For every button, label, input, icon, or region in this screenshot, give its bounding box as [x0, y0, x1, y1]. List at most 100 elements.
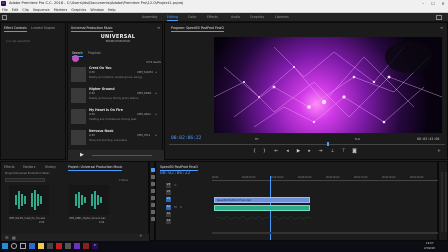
track-a1-label[interactable]: A1	[166, 205, 171, 210]
workspace-tab-editing[interactable]: Editing	[167, 15, 179, 21]
track-duration: 0:30	[89, 92, 95, 95]
add-track-icon[interactable]: +	[155, 134, 157, 137]
minimize-button[interactable]: –	[418, 0, 428, 7]
clip-thumbnail[interactable]: UPM_DRN1_Higher_Ground.wav 2:00	[69, 185, 109, 225]
workspace-tab-audio[interactable]: Audio	[231, 15, 240, 19]
menu-file[interactable]: File	[2, 8, 8, 12]
step-back-icon[interactable]: ◂	[284, 149, 291, 154]
track-v3-label[interactable]: V3	[166, 183, 171, 188]
video-clip[interactable]: Speed50 PostProd Final.mp4	[214, 197, 310, 203]
icon-view-icon[interactable]: ▦	[12, 235, 16, 240]
play-stop-icon[interactable]: ▶	[295, 149, 302, 154]
timeline-timecode[interactable]: 00:02:06:22	[160, 171, 190, 176]
track-v1-label[interactable]: V1	[166, 197, 171, 202]
add-track-icon[interactable]: +	[155, 92, 157, 95]
mark-in-icon[interactable]: {	[251, 149, 258, 154]
lift-icon[interactable]: ⊥	[329, 149, 336, 154]
store-icon[interactable]	[47, 243, 53, 249]
menu-help[interactable]: Help	[108, 8, 116, 12]
list-view-icon[interactable]: ☰	[5, 235, 9, 240]
add-button-icon[interactable]: +	[437, 149, 441, 154]
workspace-tab-libraries[interactable]: Libraries	[275, 15, 289, 19]
task-view-icon[interactable]	[20, 243, 26, 249]
tab-sequence[interactable]: Speed50 PostProd Final2	[160, 165, 199, 171]
clock-time[interactable]: 19:07	[426, 242, 433, 245]
track-a2-label[interactable]: A2	[166, 212, 171, 217]
workspace-tab-graphics[interactable]: Graphics	[250, 15, 264, 19]
menu-graphics[interactable]: Graphics	[71, 8, 86, 12]
transport-controls: { } ⇤ ◂ ▶ ▸ ⇥ ⊥ ⊤ ◙	[251, 149, 371, 157]
step-forward-icon[interactable]: ▸	[306, 149, 313, 154]
export-frame-icon[interactable]: ◙	[351, 149, 358, 154]
menu-markers[interactable]: Markers	[54, 8, 68, 12]
list-item[interactable]: Nervous Nook 0:30 UPM_STL1 Tense and bro…	[71, 128, 161, 148]
scrub-track[interactable]	[92, 155, 152, 156]
tab-history[interactable]: History	[45, 165, 56, 169]
file-explorer-icon[interactable]	[38, 243, 44, 249]
search-input[interactable]	[5, 178, 45, 182]
monitor-playhead[interactable]	[327, 142, 329, 146]
quality-select[interactable]: Full	[355, 137, 360, 141]
clock-date[interactable]: 2/3/2018	[424, 247, 435, 250]
tab-effect-controls[interactable]: Effect Controls	[4, 26, 27, 32]
track-duration: 0:30	[89, 113, 95, 116]
time-ruler[interactable]: 00:00 00:00:15:00 00:00:30:00 00:00:45:0…	[212, 176, 438, 181]
timeline-scrollbar[interactable]	[212, 232, 438, 234]
track-v2-label[interactable]: V2	[166, 190, 171, 195]
clip-name: UPM_DRN1_Higher_Ground.wav	[69, 217, 106, 220]
edge-icon[interactable]	[29, 243, 35, 249]
go-to-in-icon[interactable]: ⇤	[273, 149, 280, 154]
menu-sequence[interactable]: Sequence	[33, 8, 50, 12]
track-a3-label[interactable]: A3	[166, 219, 171, 224]
premiere-taskbar-icon[interactable]: Pr	[92, 243, 98, 249]
tab-universal-production-music[interactable]: Universal Production Music	[71, 26, 113, 32]
tab-program[interactable]: Program: Speed50 PostProd Final2	[171, 26, 225, 32]
playhead-timecode[interactable]: 00:02:06:22	[171, 136, 201, 141]
app-icon[interactable]	[65, 243, 71, 249]
extract-icon[interactable]: ⊤	[340, 149, 347, 154]
home-icon[interactable]	[2, 15, 7, 20]
tab-effects[interactable]: Effects	[4, 165, 15, 169]
play-icon[interactable]: ▶	[80, 152, 84, 158]
search-icon[interactable]	[436, 15, 442, 20]
tab-lumetri-scopes[interactable]: Lumetri Scopes	[31, 26, 55, 30]
cortana-icon[interactable]	[11, 243, 17, 249]
workspace-tab-effects[interactable]: Effects	[207, 15, 218, 19]
logo-subtitle: PRODUCTION MUSIC	[105, 40, 131, 43]
app-icon[interactable]	[83, 243, 89, 249]
maximize-button[interactable]: ☐	[428, 0, 438, 7]
panel-menu-icon[interactable]: ≡	[440, 25, 443, 30]
go-to-out-icon[interactable]: ⇥	[317, 149, 324, 154]
list-item[interactable]: My Heart Is On Fire 0:30 UPM_GBL2 Uplift…	[71, 107, 161, 127]
workspace-tab-color[interactable]: Color	[188, 15, 196, 19]
lock-icon[interactable]: ⊙	[174, 183, 177, 187]
tab-project[interactable]: Project: Universal Production Music	[68, 165, 123, 171]
list-item[interactable]: Higher Ground 0:30 UPM_DRN1 Steady and b…	[71, 86, 161, 106]
new-item-icon[interactable]: +	[139, 234, 143, 239]
clip-thumbnail[interactable]: UPM_SOLM1_Crest_On_You.wav 2:00	[9, 185, 49, 225]
app-icon[interactable]	[56, 243, 62, 249]
menu-edit[interactable]: Edit	[12, 8, 19, 12]
audio-waveform	[214, 215, 312, 221]
add-track-icon[interactable]: +	[155, 113, 157, 116]
tab-markers[interactable]: Markers	[23, 165, 35, 169]
add-track-icon[interactable]: +	[155, 71, 157, 74]
solo-icon[interactable]: S	[180, 205, 182, 209]
menu-clip[interactable]: Clip	[22, 8, 28, 12]
menu-window[interactable]: Window	[90, 8, 103, 12]
zoom-select[interactable]: Fit	[255, 137, 259, 141]
close-button[interactable]: ✕	[438, 0, 448, 7]
audio-clip[interactable]	[214, 205, 312, 221]
app-icon[interactable]	[74, 243, 80, 249]
panel-menu-icon[interactable]: ≡	[157, 25, 160, 30]
tab-playlists[interactable]: Playlists	[88, 51, 101, 55]
list-item[interactable]: Crest On You 0:30 UPM_SOLM1 Bubbly and r…	[71, 65, 161, 85]
effect-controls-panel: Effect Controls Lumetri Scopes (no clip …	[0, 22, 66, 160]
windows-start-icon[interactable]	[2, 243, 8, 249]
project-path: Project\Universal Production Music	[5, 172, 50, 175]
ruler-label: 00:00	[212, 176, 219, 179]
monitor-scrubber[interactable]	[169, 144, 445, 145]
workspace-tab-assembly[interactable]: Assembly	[142, 15, 157, 19]
mark-out-icon[interactable]: }	[261, 149, 268, 154]
mute-icon[interactable]: M	[174, 205, 177, 209]
